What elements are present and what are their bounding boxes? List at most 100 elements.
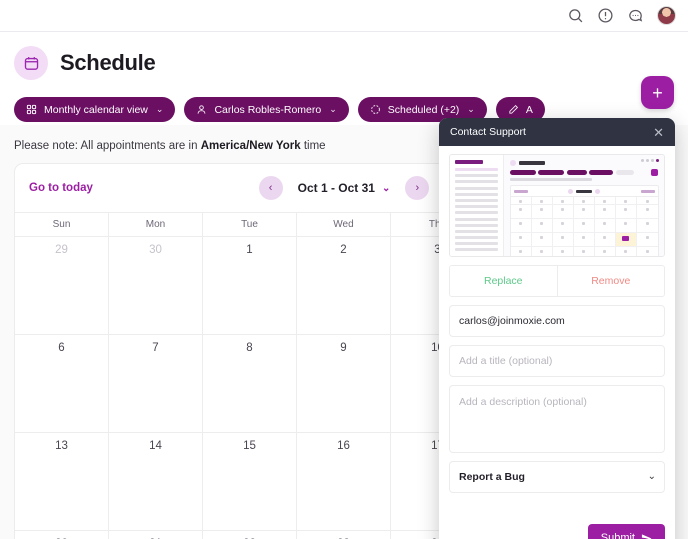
add-appointment-button[interactable]: + (641, 76, 674, 109)
calendar-day-cell[interactable]: 23 (297, 531, 391, 539)
category-select[interactable]: Report a Bug (449, 461, 665, 493)
calendar-day-cell[interactable]: 9 (297, 335, 391, 433)
preview-day-cell (636, 233, 658, 247)
calendar-day-cell[interactable]: 2 (297, 237, 391, 335)
alert-circle-icon[interactable] (597, 7, 614, 24)
preview-next (595, 188, 601, 194)
preview-nav-item (455, 205, 498, 209)
preview-weekday-cell (636, 197, 658, 205)
search-icon[interactable] (567, 7, 584, 24)
screenshot-actions: Replace Remove (449, 265, 665, 297)
preview-right-control (641, 189, 655, 193)
preview-pill (615, 170, 634, 175)
avatar[interactable] (657, 6, 676, 25)
preview-day-cell (552, 233, 574, 247)
calendar-day-cell[interactable]: 15 (203, 433, 297, 531)
calendar-day-cell[interactable]: 14 (109, 433, 203, 531)
preview-range (576, 189, 593, 193)
preview-day-cell (531, 219, 553, 233)
date-range-selector[interactable]: Oct 1 - Oct 31 ⌄ (298, 181, 391, 195)
preview-nav-item (455, 211, 498, 215)
preview-nav-item (455, 242, 498, 246)
calendar-day-cell[interactable]: 13 (15, 433, 109, 531)
next-month-button[interactable]: › (405, 176, 430, 200)
preview-nav-item (455, 217, 498, 221)
preview-nav-item (455, 198, 498, 202)
timezone-note-prefix: Please note: All appointments are in (14, 140, 201, 152)
paper-plane-icon (641, 533, 652, 539)
global-topbar (0, 0, 688, 32)
remove-screenshot-button[interactable]: Remove (557, 266, 664, 296)
preview-nav-item (455, 168, 498, 171)
preview-day-cell (615, 205, 637, 219)
preview-calendar-toolbar (511, 186, 659, 196)
preview-main (503, 155, 664, 256)
prev-month-button[interactable]: ‹ (258, 176, 283, 200)
chevron-down-icon: ⌄ (381, 182, 391, 194)
preview-pill (589, 170, 613, 175)
filter-pill-label: A (525, 103, 533, 116)
preview-today-link (513, 189, 528, 193)
calendar-day-cell[interactable]: 8 (203, 335, 297, 433)
go-to-today-button[interactable]: Go to today (29, 182, 93, 194)
preview-pill (538, 170, 564, 175)
submit-button[interactable]: Submit (587, 524, 665, 539)
filter-pill-label: Carlos Robles-Romero (214, 103, 322, 116)
preview-nav-item (455, 174, 498, 178)
description-field[interactable] (449, 385, 665, 453)
preview-nav-item (455, 192, 498, 196)
calendar-icon (14, 46, 48, 80)
weekday-label: Mon (109, 213, 203, 237)
preview-title-text (518, 161, 545, 165)
preview-day-cell (594, 233, 616, 247)
filter-pill-bar: Monthly calendar view ⌄ Carlos Robles-Ro… (0, 80, 688, 122)
calendar-day-cell[interactable]: 22 (203, 531, 297, 539)
calendar-day-cell[interactable]: 7 (109, 335, 203, 433)
weekday-label: Tue (203, 213, 297, 237)
preview-day-cell (574, 247, 595, 256)
preview-nav-item (455, 223, 498, 227)
weekday-label: Sun (15, 213, 109, 237)
filter-pill-provider[interactable]: Carlos Robles-Romero ⌄ (184, 97, 349, 122)
preview-fab (651, 169, 658, 176)
filter-pill-label: Monthly calendar view (44, 103, 148, 116)
preview-day-cell (552, 219, 574, 233)
preview-weekday-cell (615, 197, 637, 205)
preview-day-cell (637, 247, 658, 256)
preview-day-cell (594, 219, 616, 233)
preview-day-cell (510, 219, 532, 233)
preview-day-cell (531, 205, 553, 219)
preview-day-cell (594, 205, 616, 219)
calendar-day-cell[interactable]: 6 (15, 335, 109, 433)
preview-day-cell (510, 233, 532, 247)
preview-prev (568, 188, 574, 194)
screenshot-preview (449, 154, 665, 257)
grid-icon (26, 104, 37, 115)
calendar-day-cell[interactable]: 16 (297, 433, 391, 531)
filter-pill-calendar-view[interactable]: Monthly calendar view ⌄ (14, 97, 176, 122)
page-body: Schedule + Monthly calendar view ⌄ Carlo… (0, 32, 688, 539)
calendar-day-cell[interactable]: 29 (15, 237, 109, 335)
calendar-day-cell[interactable]: 1 (203, 237, 297, 335)
preview-day-cell (595, 247, 616, 256)
person-icon (196, 104, 207, 115)
contact-support-footer: Submit (439, 514, 675, 539)
preview-day-cell (616, 247, 637, 256)
preview-day-cell (510, 205, 532, 219)
preview-nav-item (455, 236, 498, 240)
calendar-day-cell[interactable]: 20 (15, 531, 109, 539)
chat-bubble-icon[interactable] (627, 7, 644, 24)
replace-screenshot-button[interactable]: Replace (450, 266, 558, 296)
preview-day-cell (636, 205, 658, 219)
email-field[interactable] (449, 305, 665, 337)
title-field[interactable] (449, 345, 665, 377)
preview-day-cell (531, 233, 553, 247)
calendar-day-cell[interactable]: 30 (109, 237, 203, 335)
close-icon[interactable]: ✕ (653, 126, 664, 139)
preview-title-row (509, 160, 660, 166)
page-header: Schedule + Monthly calendar view ⌄ Carlo… (0, 32, 688, 125)
calendar-day-cell[interactable]: 21 (109, 531, 203, 539)
preview-nav-item (455, 186, 498, 190)
contact-support-panel: Contact Support ✕ Replace Remove carlos@… (439, 118, 675, 539)
preview-topicons (641, 159, 659, 162)
